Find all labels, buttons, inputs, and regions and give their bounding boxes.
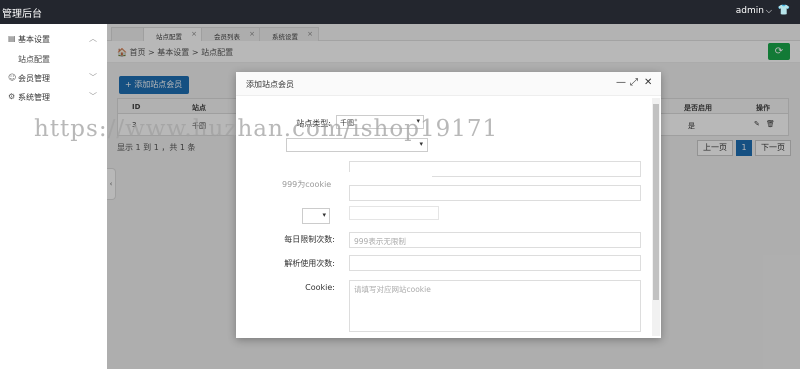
sidebar-item-basic-settings[interactable]: ▤ 基本设置 ︿ (0, 30, 107, 48)
sidebar-item-label: 基本设置 (18, 35, 50, 44)
cookie-textarea[interactable]: 请填写对应网站cookie (349, 280, 641, 332)
gear-icon: ⚙ (8, 92, 16, 101)
sidebar-item-label: 系统管理 (18, 93, 50, 102)
watermark-text: https://www.huzhan.com/ishop19171 (34, 116, 499, 142)
chevron-down-icon: ﹀ (89, 73, 97, 82)
parse-count-label: 解析使用次数: (284, 259, 335, 268)
user-menu[interactable]: admin (736, 6, 764, 16)
close-icon[interactable]: ✕ (644, 77, 652, 88)
minimize-icon[interactable]: — (616, 77, 626, 88)
theme-icon[interactable]: 👕 (778, 5, 790, 16)
parse-count-input[interactable] (349, 255, 641, 271)
field-input-2[interactable] (349, 185, 641, 201)
cookie-label: Cookie: (305, 283, 335, 292)
settings-list-icon: ▤ (8, 34, 16, 43)
user-icon: ☺ (8, 73, 17, 82)
maximize-icon[interactable]: ⤢ (630, 77, 638, 88)
sidebar-item-system[interactable]: ⚙ 系统管理 ﹀ (0, 88, 107, 106)
daily-limit-label: 每日限制次数: (284, 235, 335, 244)
sidebar: ▤ 基本设置 ︿ 站点配置 ☺ 会员管理 ﹀ ⚙ 系统管理 ﹀ (0, 24, 107, 369)
scrollbar-thumb[interactable] (653, 104, 659, 300)
top-bar: 管理后台 admin ⌵ 👕 (0, 0, 800, 24)
chevron-up-icon: ︿ (89, 34, 97, 43)
field-input-3[interactable] (349, 206, 439, 220)
dialog-title: 添加站点会员 (246, 80, 294, 89)
sidebar-item-label: 会员管理 (18, 74, 50, 83)
dialog-scrollbar[interactable] (652, 98, 660, 336)
sidebar-subitem-site-config[interactable]: 站点配置 (18, 54, 50, 65)
daily-limit-input[interactable]: 999表示无限制 (349, 232, 641, 248)
cookie-placeholder-text: 999为cookie (282, 180, 332, 189)
add-site-member-dialog: 添加站点会员 — ⤢ ✕ 站点类型: 千图 ▾ ▾ 999为cookie ▾ 每… (236, 72, 661, 338)
dialog-header: 添加站点会员 — ⤢ ✕ (236, 72, 661, 96)
chevron-down-icon[interactable]: ⌵ (766, 6, 772, 16)
sidebar-item-members[interactable]: ☺ 会员管理 ﹀ (0, 69, 107, 87)
app-title: 管理后台 (2, 9, 42, 20)
chevron-down-icon: ▾ (322, 211, 326, 219)
chevron-down-icon: ﹀ (89, 92, 97, 101)
small-select[interactable]: ▾ (302, 208, 330, 224)
